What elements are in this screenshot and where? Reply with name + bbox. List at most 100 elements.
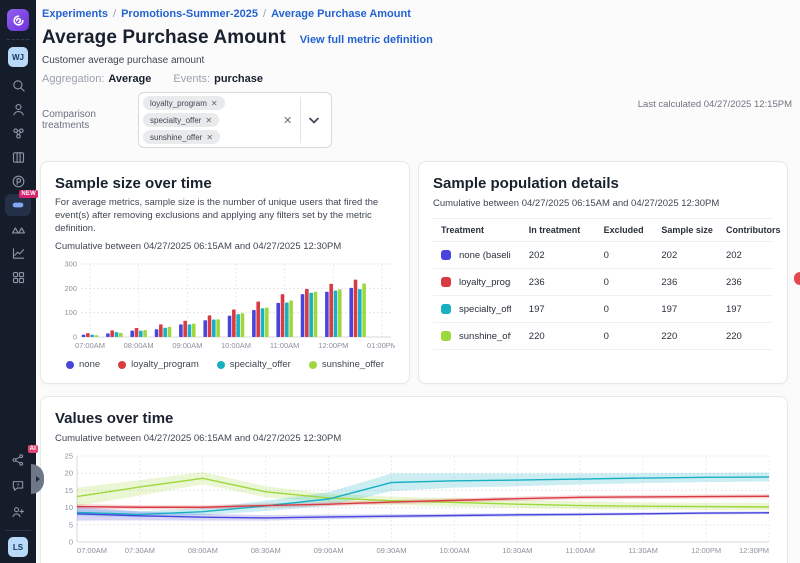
treatment-color-swatch [441, 250, 451, 260]
bar-loyalty_program [354, 280, 358, 337]
sidebar-item-ai-assist[interactable]: AI [5, 449, 31, 471]
bar-none [252, 310, 256, 337]
sidebar-item-experiments[interactable] [5, 218, 31, 240]
breadcrumb-link[interactable]: Promotions-Summer-2025 [121, 8, 258, 20]
svg-text:07:00AM: 07:00AM [75, 341, 105, 350]
population-card: Sample population details Cumulative bet… [418, 161, 788, 384]
treatment-tag-label: sunshine_offer [150, 133, 202, 142]
legend-dot [66, 361, 74, 369]
table-cell-in_treatment: 220 [525, 323, 600, 350]
svg-text:0: 0 [69, 538, 73, 547]
bar-loyalty_program [232, 310, 236, 337]
svg-text:11:00AM: 11:00AM [566, 546, 595, 555]
legend-item-loyalty_program[interactable]: loyalty_program [118, 359, 199, 370]
legend-item-specialty_offer[interactable]: specialty_offer [217, 359, 291, 370]
bar-sunshine_offer [289, 301, 293, 338]
treatment-tag[interactable]: specialty_offer✕ [143, 113, 219, 127]
user-avatar[interactable]: LS [8, 537, 28, 557]
sidebar-item-metrics[interactable]: NEW [5, 194, 31, 216]
legend-item-none[interactable]: none [66, 359, 100, 370]
sidebar-item-invite[interactable] [5, 501, 31, 523]
aggregation-value: Average [108, 73, 151, 85]
workspace-badge[interactable]: WJ [8, 47, 28, 67]
share-nodes-icon [11, 453, 25, 467]
sidebar-item-help[interactable]: ? [5, 475, 31, 497]
bar-specialty_offer [261, 309, 265, 338]
bar-loyalty_program [183, 321, 187, 337]
breadcrumb-link[interactable]: Average Purchase Amount [271, 8, 411, 20]
bar-specialty_offer [285, 303, 289, 338]
bar-none [325, 292, 329, 337]
sidebar-item-search[interactable] [5, 74, 31, 96]
table-column-header: Treatment [433, 219, 525, 242]
values-title: Values over time [55, 410, 773, 427]
svg-text:12:00PM: 12:00PM [691, 546, 721, 555]
bar-specialty_offer [358, 290, 362, 338]
breadcrumb-separator: / [113, 8, 116, 20]
legend-item-sunshine_offer[interactable]: sunshine_offer [309, 359, 384, 370]
last-calculated: Last calculated 04/27/2025 12:15PM [638, 99, 792, 110]
population-cumulative: Cumulative between 04/27/2025 06:15AM an… [433, 198, 773, 209]
table-cell-contributors: 197 [722, 296, 773, 323]
table-column-header: Sample size [657, 219, 722, 242]
sidebar-item-apps[interactable] [5, 266, 31, 288]
table-cell-in_treatment: 202 [525, 242, 600, 269]
treatment-name: loyalty_program [459, 277, 511, 288]
svg-text:100: 100 [64, 309, 77, 318]
ai-badge: AI [28, 445, 38, 453]
population-title: Sample population details [433, 175, 773, 192]
table-row: sunshine_offer2200220220 [433, 323, 773, 350]
view-metric-definition-link[interactable]: View full metric definition [300, 34, 433, 46]
svg-text:200: 200 [64, 284, 77, 293]
clear-treatments-icon[interactable]: ✕ [275, 114, 300, 127]
sidebar-item-analytics[interactable] [5, 242, 31, 264]
bar-loyalty_program [281, 295, 285, 338]
treatment-tags: loyalty_program✕specialty_offer✕sunshine… [143, 96, 275, 144]
bar-loyalty_program [135, 328, 139, 337]
sidebar-item-pulse[interactable] [5, 170, 31, 192]
treatment-name: none (baseline) [459, 250, 511, 261]
columns-icon [11, 150, 26, 165]
metric-subtitle: Customer average purchase amount [42, 55, 788, 66]
sidebar-item-segments[interactable] [5, 122, 31, 144]
table-cell-contributors: 236 [722, 269, 773, 296]
new-badge: NEW [19, 190, 38, 198]
app-logo[interactable] [7, 9, 29, 31]
bar-sunshine_offer [338, 290, 342, 338]
treatments-select[interactable]: loyalty_program✕specialty_offer✕sunshine… [138, 92, 332, 148]
svg-text:10: 10 [65, 504, 73, 513]
grid-icon [11, 270, 26, 285]
treatment-tag[interactable]: loyalty_program ✕ [143, 96, 225, 110]
chevron-down-icon[interactable] [301, 117, 327, 124]
nodes-icon [11, 126, 26, 141]
notification-edge-handle[interactable] [794, 272, 800, 285]
treatment-tag[interactable]: sunshine_offer ✕ [143, 130, 220, 144]
table-row: loyalty_program2360236236 [433, 269, 773, 296]
table-cell-in_treatment: 197 [525, 296, 600, 323]
bar-loyalty_program [208, 316, 212, 338]
svg-text:07:00AM: 07:00AM [77, 546, 107, 555]
bar-none [179, 325, 183, 338]
sample-size-title: Sample size over time [55, 175, 395, 192]
svg-text:09:00AM: 09:00AM [172, 341, 202, 350]
table-header-row: TreatmentIn treatmentExcludedSample size… [433, 219, 773, 242]
bar-sunshine_offer [192, 324, 196, 337]
bar-none [130, 331, 134, 337]
bar-loyalty_program [86, 334, 90, 338]
legend-label: specialty_offer [230, 359, 291, 370]
sidebar-nav: NEW [5, 74, 31, 290]
person-plus-icon [11, 505, 25, 519]
treatment-name: specialty_offer [459, 304, 511, 315]
sidebar-item-gates[interactable] [5, 146, 31, 168]
remove-tag-icon[interactable]: ✕ [205, 116, 212, 125]
breadcrumb: Experiments/Promotions-Summer-2025/Avera… [40, 8, 788, 20]
sample-size-card: Sample size over time For average metric… [40, 161, 410, 384]
bar-loyalty_program [256, 302, 260, 338]
sidebar-item-users[interactable] [5, 98, 31, 120]
bar-sunshine_offer [143, 331, 147, 338]
peaks-icon [11, 222, 26, 237]
remove-tag-icon[interactable]: ✕ [211, 99, 218, 108]
breadcrumb-link[interactable]: Experiments [42, 8, 108, 20]
remove-tag-icon[interactable]: ✕ [206, 133, 213, 142]
treatment-tag-label: loyalty_program [150, 99, 207, 108]
